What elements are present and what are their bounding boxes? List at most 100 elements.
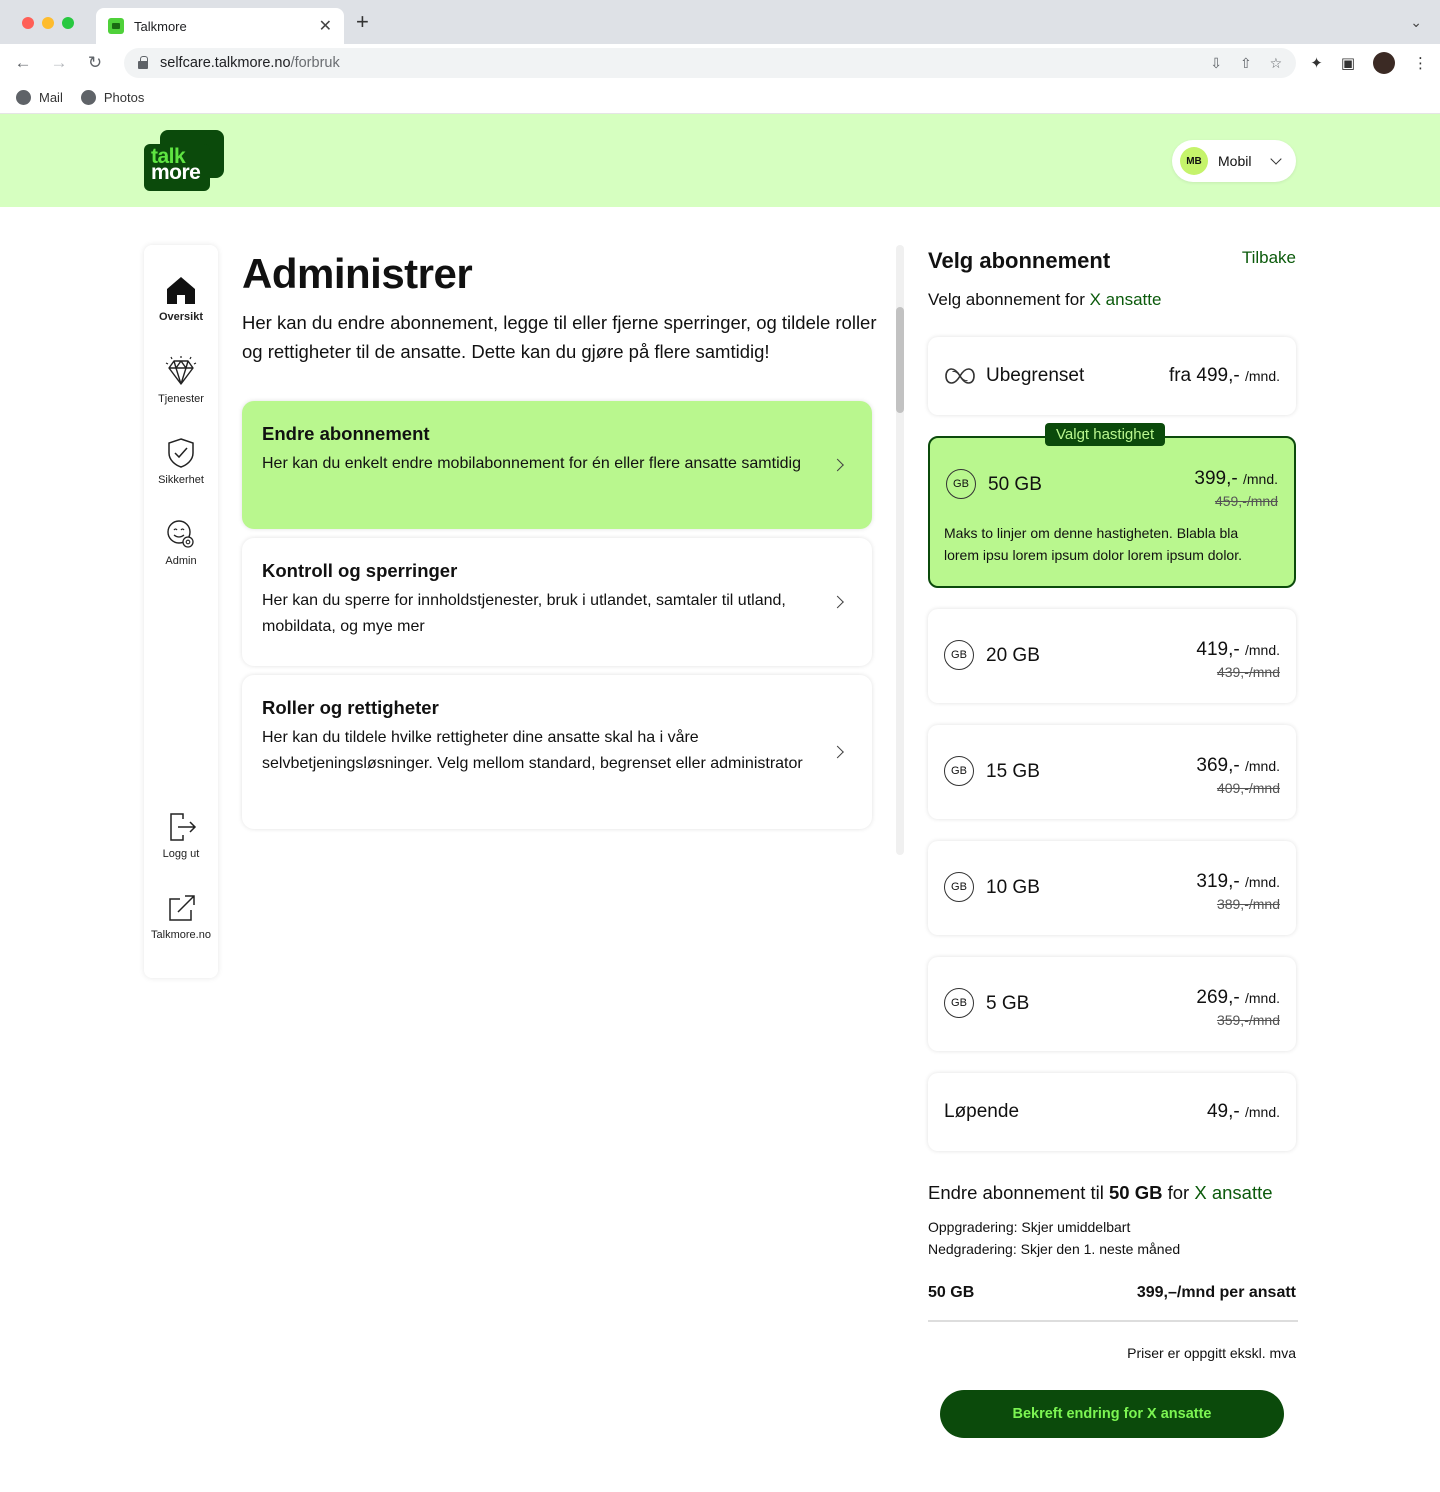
close-window-button[interactable] [22,17,34,29]
sidebar-item-admin[interactable]: Admin [144,517,218,567]
main-scrollbar[interactable] [896,245,904,855]
plan-price: 369,- /mnd. [1196,755,1280,776]
page-intro: Her kan du endre abonnement, legge til e… [242,312,877,362]
upgrade-note: Oppgradering: Skjer umiddelbart [928,1219,1131,1235]
card-text: Her kan du sperre for innholdstjenester,… [262,592,786,635]
new-tab-icon[interactable]: + [356,11,369,33]
lock-icon[interactable] [138,56,148,69]
bookmark-label: Mail [39,90,63,105]
share-icon[interactable]: ⇧ [1240,55,1252,72]
address-bar[interactable]: selfcare.talkmore.no/forbruk ⇩ ⇧ ☆ [124,48,1297,78]
total-plan: 50 GB [928,1284,975,1301]
plan-price: 419,- /mnd. [1196,639,1280,660]
plan-price: 49,- /mnd. [1206,1101,1280,1122]
plan-option-50gb[interactable]: GB 50 GB 399,- /mnd. 459,-/mnd Maks to l… [928,436,1296,588]
logout-icon [170,813,197,841]
chevron-right-icon [831,595,844,609]
home-icon [167,277,195,304]
back-arrow-icon[interactable]: ← [12,53,34,73]
window-controls [22,17,74,29]
admin-face-gear-icon [167,520,194,548]
gb-icon: GB [946,469,976,499]
selected-speed-badge: Valgt hastighet [1045,423,1166,446]
site-header: talk more MB Mobil [0,114,1440,207]
sidebar-item-oversikt[interactable]: Oversikt [144,273,218,323]
plan-name: 5 GB [986,993,1030,1014]
page-title: Administrer [242,250,473,297]
logo-more-text: more [151,161,201,184]
chevron-down-icon [1270,153,1282,165]
account-switcher[interactable]: MB Mobil [1172,140,1296,182]
gb-icon: GB [944,872,974,902]
plan-option-5gb[interactable]: GB 5 GB 269,- /mnd. 359,-/mnd [928,957,1296,1051]
plan-price: 269,- /mnd. [1196,987,1280,1008]
tab-search-chevron-icon[interactable]: ⌄ [1410,14,1422,31]
sidebar-item-sikkerhet[interactable]: Sikkerhet [144,436,218,486]
plans-subtitle: Velg abonnement for X ansatte [928,290,1162,309]
sidebar-item-logg-ut[interactable]: Logg ut [144,810,218,860]
plan-name: Ubegrenset [986,365,1085,386]
talkmore-logo[interactable]: talk more [144,130,224,191]
chevron-right-icon [831,458,844,472]
sidebar-item-label: Oversikt [158,311,204,323]
plan-old-price: 439,-/mnd [1216,664,1280,680]
bookmark-star-icon[interactable]: ☆ [1270,55,1283,72]
plan-option-20gb[interactable]: GB 20 GB 419,- /mnd. 439,-/mnd [928,609,1296,703]
confirm-change-button[interactable]: Bekreft endring for X ansatte [940,1390,1284,1438]
plans-title: Velg abonnement [928,248,1111,273]
maximize-window-button[interactable] [62,17,74,29]
install-app-icon[interactable]: ⇩ [1210,55,1222,72]
bookmark-photos[interactable]: Photos [80,90,144,105]
sidebar-item-talkmore-no[interactable]: Talkmore.no [144,891,218,941]
shield-check-icon [168,438,194,468]
employee-count-link[interactable]: X ansatte [1090,290,1162,309]
browser-tab[interactable]: Talkmore ✕ [96,8,344,44]
bookmarks-bar: Mail Photos [0,82,1440,114]
card-text: Her kan du enkelt endre mobilabonnement … [262,455,801,472]
summary-title: Endre abonnement til 50 GB for X ansatte [928,1182,1273,1203]
sidebar-item-tjenester[interactable]: Tjenester [144,355,218,405]
card-roller-og-rettigheter[interactable]: Roller og rettigheter Her kan du tildele… [242,675,872,829]
plan-name: 20 GB [986,645,1040,666]
downgrade-note: Nedgradering: Skjer den 1. neste måned [928,1241,1181,1257]
forward-arrow-icon[interactable]: → [48,53,70,73]
tab-close-icon[interactable]: ✕ [319,16,332,36]
bookmark-mail[interactable]: Mail [16,90,63,105]
scrollbar-thumb[interactable] [896,307,904,413]
diamond-icon [165,356,197,385]
plan-option-10gb[interactable]: GB 10 GB 319,- /mnd. 389,-/mnd [928,841,1296,935]
plan-name: 15 GB [986,761,1040,782]
gb-icon: GB [944,988,974,1018]
browser-tab-strip: Talkmore ✕ + ⌄ [0,0,1440,44]
profile-avatar[interactable] [1373,52,1395,74]
plan-option-lopende[interactable]: Løpende 49,- /mnd. [928,1073,1296,1151]
sidebar-item-label: Logg ut [162,848,200,860]
external-link-icon [169,895,195,921]
plan-old-price: 459,-/mnd [1214,493,1278,509]
plan-option-ubegrenset[interactable]: Ubegrenset fra 499,- /mnd. [928,337,1296,415]
url-path: /forbruk [290,55,340,71]
sidebar-item-label: Sikkerhet [158,474,204,486]
account-label: Mobil [1218,153,1252,169]
url-domain: selfcare.talkmore.no [160,55,291,71]
plan-price: fra 499,- /mnd. [1168,365,1280,386]
sidebar-item-label: Talkmore.no [151,929,211,941]
divider [928,1320,1298,1322]
globe-icon [16,90,31,105]
side-panel-icon[interactable]: ▣ [1341,54,1355,72]
plan-old-price: 359,-/mnd [1216,1012,1280,1028]
summary-employee-link[interactable]: X ansatte [1194,1182,1272,1203]
plan-name: 10 GB [986,877,1040,898]
card-kontroll-og-sperringer[interactable]: Kontroll og sperringer Her kan du sperre… [242,538,872,666]
card-endre-abonnement[interactable]: Endre abonnement Her kan du enkelt endre… [242,401,872,529]
extensions-puzzle-icon[interactable]: ✦ [1310,54,1323,72]
sidebar-item-label: Admin [165,555,197,567]
reload-icon[interactable]: ↻ [84,53,106,73]
card-title: Endre abonnement [262,423,430,444]
minimize-window-button[interactable] [42,17,54,29]
back-link[interactable]: Tilbake [1242,248,1296,268]
plan-option-15gb[interactable]: GB 15 GB 369,- /mnd. 409,-/mnd [928,725,1296,819]
plan-name: 50 GB [988,474,1042,495]
browser-menu-icon[interactable]: ⋮ [1413,54,1428,72]
card-title: Kontroll og sperringer [262,560,458,581]
